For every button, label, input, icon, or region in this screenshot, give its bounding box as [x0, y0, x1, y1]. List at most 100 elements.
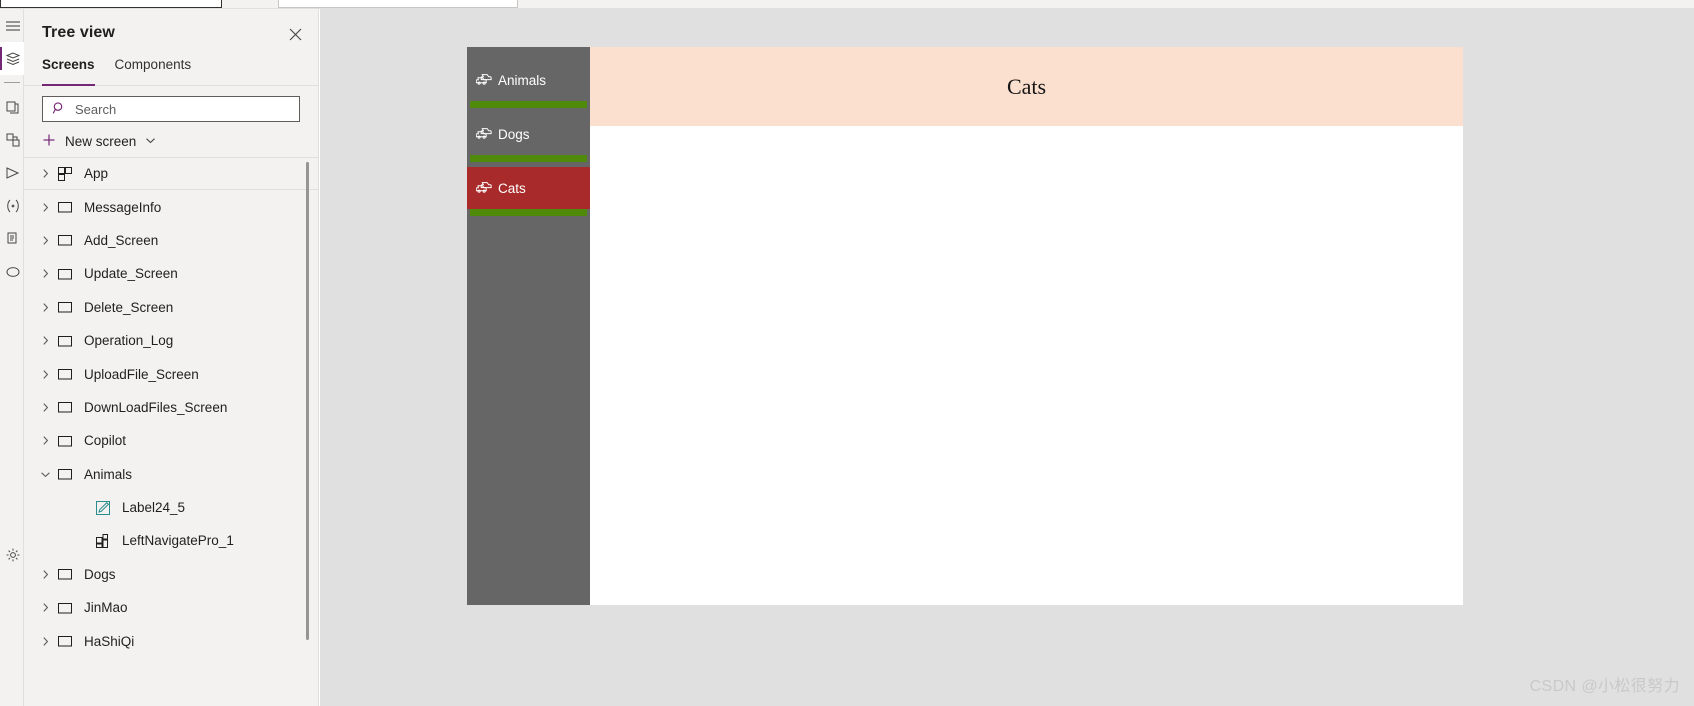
tree-item-label: HaShiQi [84, 633, 135, 649]
search-container [24, 86, 318, 122]
data-icon[interactable] [0, 123, 24, 156]
plus-icon [42, 133, 56, 150]
tree-item-messageinfo[interactable]: MessageInfo [24, 190, 318, 223]
tree-scrollbar[interactable] [306, 162, 309, 640]
nav-item-animals[interactable]: Animals [467, 59, 590, 101]
chevron-right-icon[interactable] [36, 335, 54, 346]
screen-icon [54, 633, 76, 649]
screen-icon [54, 199, 76, 215]
screen-icon [54, 232, 76, 248]
tree-item-app[interactable]: App [24, 157, 318, 191]
tree-item-label: App [84, 166, 109, 182]
nav-item-cats[interactable]: Cats [467, 167, 590, 209]
tree-item-label: Label24_5 [122, 500, 186, 516]
app-screen-preview[interactable]: Animals Dogs Cats Cats [467, 47, 1463, 605]
tree-item-update-screen[interactable]: Update_Screen [24, 257, 318, 290]
tree-item-add-screen[interactable]: Add_Screen [24, 224, 318, 257]
nav-item-separator [470, 101, 587, 108]
settings-icon[interactable] [0, 538, 24, 571]
tree-item-uploadfile-screen[interactable]: UploadFile_Screen [24, 357, 318, 390]
screen-icon [54, 366, 76, 382]
tree-item-label: Copilot [84, 433, 127, 449]
tree-item-label: Animals [84, 466, 133, 482]
tree-item-label24-5[interactable]: Label24_5 [24, 491, 318, 524]
screens-tree-list[interactable]: App MessageInfo Add_Screen Update_Screen Del… [24, 157, 318, 706]
search-input[interactable] [73, 100, 293, 118]
tree-item-operation-log[interactable]: Operation_Log [24, 324, 318, 357]
nav-item-label: Dogs [498, 126, 530, 142]
chevron-right-icon[interactable] [36, 202, 54, 213]
vehicles-icon [475, 179, 494, 198]
tree-item-label: LeftNavigatePro_1 [122, 533, 234, 549]
tree-item-dogs[interactable]: Dogs [24, 558, 318, 591]
menu-icon[interactable] [0, 9, 24, 42]
tree-item-label: JinMao [84, 600, 128, 616]
search-icon [52, 101, 66, 118]
chevron-right-icon[interactable] [36, 268, 54, 279]
copilot-icon[interactable] [0, 255, 24, 288]
tree-item-label: Delete_Screen [84, 299, 174, 315]
top-command-sliver [0, 0, 1694, 9]
tree-item-delete-screen[interactable]: Delete_Screen [24, 291, 318, 324]
chevron-right-icon[interactable] [36, 402, 54, 413]
nav-item-dogs[interactable]: Dogs [467, 113, 590, 155]
search-results-icon[interactable] [0, 222, 24, 255]
watermark: CSDN @小松很努力 [1529, 678, 1680, 695]
tree-item-label: UploadFile_Screen [84, 366, 199, 382]
tree-item-jinmao[interactable]: JinMao [24, 591, 318, 624]
screen-icon [54, 399, 76, 415]
chevron-right-icon[interactable] [36, 369, 54, 380]
close-icon[interactable] [284, 23, 306, 45]
vehicles-icon [475, 125, 494, 144]
tree-item-label: Add_Screen [84, 232, 159, 248]
tree-view-header: Tree view [24, 9, 318, 57]
label-icon [92, 500, 114, 516]
tab-components[interactable]: Components [115, 57, 192, 85]
screen-icon [54, 266, 76, 282]
vehicles-icon [475, 71, 494, 90]
screen-title-label: Cats [590, 47, 1463, 126]
secondary-toolbar-input[interactable] [278, 0, 518, 8]
tree-view-icon[interactable] [0, 42, 24, 75]
new-screen-button[interactable]: New screen [24, 126, 318, 156]
nav-item-label: Cats [498, 180, 526, 196]
tab-screens[interactable]: Screens [42, 57, 95, 86]
tree-item-hashiqi[interactable]: HaShiQi [24, 624, 318, 657]
search-box[interactable] [42, 96, 300, 122]
tree-item-label: MessageInfo [84, 199, 162, 215]
variables-icon[interactable] [0, 189, 24, 222]
screen-icon [54, 600, 76, 616]
chevron-right-icon[interactable] [36, 569, 54, 580]
tree-view-tabs: Screens Components [24, 57, 318, 86]
tree-item-downloadfiles-screen[interactable]: DownLoadFiles_Screen [24, 391, 318, 424]
chevron-right-icon[interactable] [36, 636, 54, 647]
nav-item-separator [470, 155, 587, 162]
panel-title: Tree view [42, 24, 115, 41]
component-icon [92, 533, 114, 549]
rail-divider [4, 82, 20, 83]
media-icon[interactable] [0, 156, 24, 189]
tree-view-panel: Tree view Screens Components New screen … [24, 9, 319, 706]
chevron-right-icon[interactable] [36, 168, 54, 179]
screen-icon [54, 433, 76, 449]
chevron-down-icon[interactable] [36, 469, 54, 480]
left-navigation-component[interactable]: Animals Dogs Cats [467, 47, 590, 605]
formula-bar-input[interactable] [0, 0, 222, 8]
chevron-right-icon[interactable] [36, 302, 54, 313]
tree-item-leftnavigatepro-1[interactable]: LeftNavigatePro_1 [24, 524, 318, 557]
tree-item-copilot[interactable]: Copilot [24, 424, 318, 457]
chevron-right-icon[interactable] [36, 435, 54, 446]
screen-icon [54, 299, 76, 315]
rail-spacer [0, 288, 23, 538]
app-canvas-stage: Animals Dogs Cats Cats CSDN @小松很努力 [320, 9, 1694, 706]
chevron-right-icon[interactable] [36, 235, 54, 246]
tree-item-label: Update_Screen [84, 266, 178, 282]
chevron-right-icon[interactable] [36, 602, 54, 613]
screen-icon [54, 466, 76, 482]
insert-icon[interactable] [0, 90, 24, 123]
tree-item-label: Dogs [84, 566, 116, 582]
screen-empty-area[interactable] [590, 126, 1463, 605]
new-screen-label: New screen [65, 133, 137, 149]
chevron-down-icon[interactable] [145, 134, 156, 149]
tree-item-animals[interactable]: Animals [24, 458, 318, 491]
